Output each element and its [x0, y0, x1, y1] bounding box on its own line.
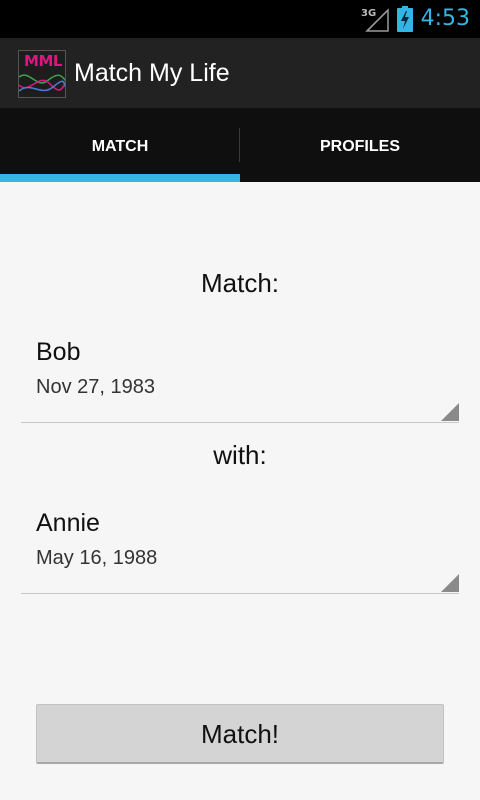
person-2-date: May 16, 1988 [36, 547, 158, 569]
spinner-dropdown-icon [441, 403, 459, 421]
signal-icon: 3G [361, 8, 389, 32]
app-title: Match My Life [74, 59, 230, 87]
person-2-name: Annie [36, 509, 100, 537]
spinner-dropdown-icon [441, 574, 459, 592]
logo-wave-graphic [19, 74, 65, 92]
person-2-spinner[interactable]: Annie May 16, 1988 [21, 505, 459, 594]
with-label: with: [213, 440, 267, 470]
tab-profiles[interactable]: PROFILES [240, 108, 480, 182]
app-logo[interactable]: MML [18, 50, 66, 98]
battery-charging-icon [397, 6, 413, 32]
app-screen: 3G 4:53 MML Match My Life MATCH PROFILES [0, 0, 480, 800]
tab-selected-indicator [0, 174, 240, 182]
network-type-label: 3G [361, 8, 376, 19]
match-button[interactable]: Match! [36, 704, 444, 764]
status-clock: 4:53 [420, 6, 470, 31]
tab-bar: MATCH PROFILES [0, 108, 480, 182]
person-1-name: Bob [36, 338, 81, 366]
match-label: Match: [200, 268, 280, 298]
app-logo-text: MML [24, 52, 62, 70]
status-bar: 3G 4:53 [0, 0, 480, 38]
tab-match[interactable]: MATCH [0, 108, 240, 182]
action-bar: MML Match My Life [0, 38, 480, 108]
person-1-date: Nov 27, 1983 [36, 376, 155, 398]
person-1-spinner[interactable]: Bob Nov 27, 1983 [21, 334, 459, 423]
